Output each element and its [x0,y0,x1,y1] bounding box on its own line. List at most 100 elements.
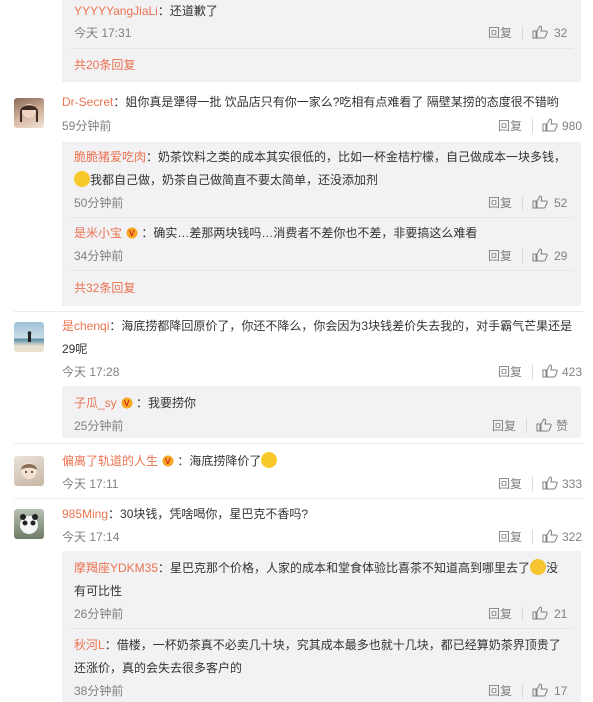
comment-time: 59分钟前 [62,119,112,133]
divider [526,419,527,433]
comment-text-cont: 29呢 [62,342,88,356]
divider [14,443,584,444]
thumbs-up-icon[interactable] [532,606,548,620]
like-count: 52 [554,196,568,210]
reply-group: YYYYYangJiaLi：还道歉了 今天 17:31 回复 32 共20条回复 [62,0,581,82]
vip-badge-icon: V [162,455,174,467]
avatar[interactable] [14,509,44,539]
reply-group: 子瓜_sy V ：我要捞你 25分钟前 回复 赞 [62,386,581,438]
reply-button[interactable]: 回复 [488,683,512,699]
divider [70,217,573,218]
divider [522,26,523,40]
comment-text: 985Ming：30块钱，凭啥喝你，星巴克不香吗? [62,507,309,521]
reply-item-cont: 有可比性 [74,584,123,598]
emoji-icon [74,171,90,187]
svg-text:V: V [165,457,171,466]
vip-badge-icon: V [126,227,138,239]
thumbs-up-icon[interactable] [536,418,552,432]
reply-item: 秋河L：借楼，一杯奶茶真不必卖几十块，究其成本最多也就十几块，都已经算奶茶界顶贵… [74,638,561,652]
reply-button[interactable]: 回复 [498,364,522,380]
laughing-emoji-icon [530,559,547,575]
reply-item: 脆脆猪爱吃肉：奶茶饮料之类的成本其实很低的，比如一杯金桔柠檬，自己做成本一块多钱… [74,150,567,164]
thumbs-up-icon[interactable] [542,118,558,132]
like-count: 32 [554,26,568,40]
more-replies-link[interactable]: 共20条回复 [74,54,135,77]
like-count: 333 [562,477,583,491]
thumbs-up-icon[interactable] [532,25,548,39]
reply-button[interactable]: 回复 [498,476,522,492]
comment-username[interactable]: 是chenqi [62,319,109,333]
reply-group: 摩羯座YDKM35：星巴克那个价格，人家的成本和堂食体验比喜茶不知道高到哪里去了… [62,551,581,702]
reply-username[interactable]: 脆脆猪爱吃肉 [74,150,146,164]
avatar-image [20,514,38,534]
svg-text:V: V [124,399,130,408]
reply-text: 还道歉了 [169,4,218,18]
divider [532,119,533,133]
reply-item-cont: 我都自己做，奶茶自己做简直不要太简单，还没添加剂 [74,169,378,192]
reply-time: 今天 17:31 [74,26,132,40]
reply-item: 子瓜_sy V ：我要捞你 [74,396,197,410]
thumbs-up-icon[interactable] [542,529,558,543]
reply-username[interactable]: YYYYYangJiaLi [74,4,158,18]
reply-username[interactable]: 摩羯座YDKM35 [74,561,158,575]
reply-group: 脆脆猪爱吃肉：奶茶饮料之类的成本其实很低的，比如一杯金桔柠檬，自己做成本一块多钱… [62,142,581,306]
avatar[interactable] [14,456,44,486]
avatar[interactable] [14,322,44,352]
comment-feed: YYYYYangJiaLi：还道歉了 今天 17:31 回复 32 共20条回复… [0,0,593,702]
comment-time: 今天 17:14 [62,530,120,544]
reply-button[interactable]: 回复 [488,248,512,264]
comment-time: 今天 17:28 [62,365,120,379]
reply-time: 34分钟前 [74,249,124,263]
divider [522,607,523,621]
thumbs-up-icon[interactable] [542,364,558,378]
avatar-image [27,331,32,342]
avatar[interactable] [14,98,44,128]
divider [522,249,523,263]
divider [14,311,584,312]
avatar-image [21,463,37,479]
reply-item-cont: 还涨价，真的会失去很多客户的 [74,661,243,675]
reply-button[interactable]: 回复 [492,418,516,434]
divider [522,684,523,698]
thumbs-up-icon[interactable] [532,683,548,697]
like-count: 423 [562,365,583,379]
comment-text: 偏离了轨道的人生 V ：海底捞降价了 [62,450,278,473]
thumbs-up-icon[interactable] [542,476,558,490]
like-count: 980 [562,119,583,133]
divider [70,48,573,49]
divider [532,365,533,379]
reply-item: YYYYYangJiaLi：还道歉了 [74,4,218,18]
divider [70,270,573,271]
divider [70,628,573,629]
reply-time: 50分钟前 [74,196,124,210]
comment-time: 今天 17:11 [62,477,119,491]
reply-time: 26分钟前 [74,607,124,621]
reply-time: 38分钟前 [74,684,124,698]
avatar-image [20,104,38,122]
reply-username[interactable]: 子瓜_sy [74,396,117,410]
reply-button[interactable]: 回复 [488,606,512,622]
emoji-icon [261,452,278,468]
reply-button[interactable]: 回复 [488,25,512,41]
like-count: 322 [562,530,583,544]
reply-item: 是米小宝 V ：确实…差那两块钱吗…消费者不差你也不差，非要搞这么难看 [74,226,478,240]
reply-button[interactable]: 回复 [488,195,512,211]
reply-username[interactable]: 是米小宝 [74,226,122,240]
comment-username[interactable]: Dr-Secret [62,95,113,109]
more-replies-link[interactable]: 共32条回复 [74,277,135,300]
comment-username[interactable]: 偏离了轨道的人生 [62,454,158,468]
comment-username[interactable]: 985Ming [62,507,108,521]
divider [532,530,533,544]
like-button-label[interactable]: 赞 [556,418,568,434]
reply-button[interactable]: 回复 [498,529,522,545]
svg-text:V: V [129,229,135,238]
like-count: 17 [554,684,568,698]
reply-time: 25分钟前 [74,419,124,433]
thumbs-up-icon[interactable] [532,195,548,209]
divider [532,477,533,491]
reply-button[interactable]: 回复 [498,118,522,134]
reply-item: 摩羯座YDKM35：星巴克那个价格，人家的成本和堂食体验比喜茶不知道高到哪里去了… [74,559,559,575]
divider [522,196,523,210]
thumbs-up-icon[interactable] [532,248,548,262]
reply-username[interactable]: 秋河L [74,638,105,652]
